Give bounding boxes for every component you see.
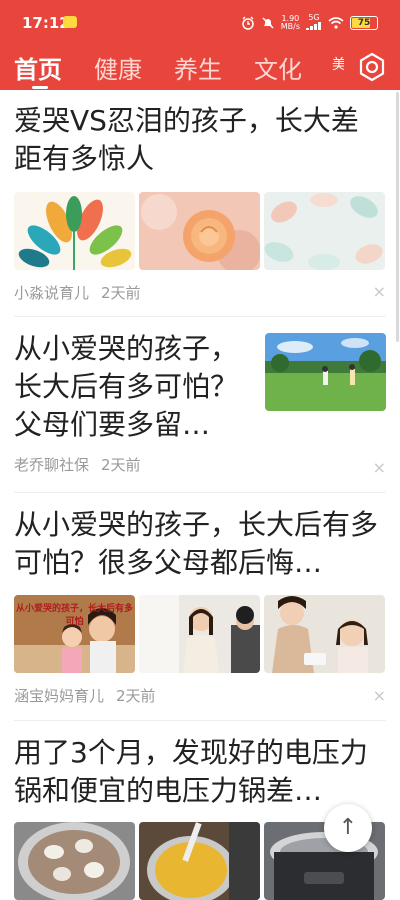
article-source[interactable]: 涵宝妈妈育儿: [14, 685, 104, 706]
thumbnail-rose: [139, 192, 260, 270]
article-thumbnails: [14, 192, 386, 270]
thumbnail-mother-daughter: [264, 595, 385, 673]
app-notification-icon: [63, 16, 77, 28]
category-tabs: 首页 健康 养生 文化 美: [0, 48, 400, 90]
article-time: 2天前: [116, 687, 156, 705]
thumbnail-park-family: [265, 333, 386, 411]
mute-icon: [262, 17, 274, 29]
divider: [14, 720, 386, 721]
dismiss-icon[interactable]: ×: [373, 282, 386, 301]
scroll-to-top-button[interactable]: ↑: [324, 804, 372, 852]
signal-icon: 5G: [306, 14, 322, 32]
tab-wellness[interactable]: 养生: [174, 50, 222, 85]
article-time: 2天前: [101, 284, 141, 302]
tab-home[interactable]: 首页: [14, 50, 62, 85]
thumbnail-crying-child: 从小爱哭的孩子，长大后有多可怕: [14, 595, 135, 673]
article-title[interactable]: 爱哭VS忍泪的孩子，长大差距有多惊人: [14, 102, 386, 178]
article-thumbnails: 从小爱哭的孩子，长大后有多可怕: [14, 595, 386, 673]
status-bar: 17:12 1.90 MB/s 5G 75: [0, 0, 400, 44]
network-speed-unit: MB/s: [280, 22, 300, 31]
thumbnail-caption: 从小爱哭的孩子，长大后有多可怕: [15, 604, 133, 627]
scrollbar[interactable]: [396, 92, 399, 342]
article-meta: 老乔聊社保 2天前: [14, 454, 386, 475]
thumbnail-mother-kitchen: [139, 595, 260, 673]
arrow-up-icon: ↑: [338, 815, 358, 840]
network-speed: 1.90 MB/s: [281, 15, 300, 31]
tab-overflow-partial[interactable]: 美: [332, 54, 344, 76]
article-source[interactable]: 小淼说育儿: [14, 282, 89, 303]
thumbnail-leaves: [14, 192, 135, 270]
article-time: 2天前: [101, 456, 141, 474]
dismiss-icon[interactable]: ×: [373, 686, 386, 705]
article-meta: 小淼说育儿 2天前: [14, 282, 386, 303]
feed-article-3[interactable]: 从小爱哭的孩子，长大后有多可怕？很多父母都后悔… 从小爱哭的孩子，长大后有多可怕: [14, 506, 386, 706]
article-title[interactable]: 从小爱哭的孩子，长大后有多可怕？父母们要多留…: [14, 330, 254, 444]
alarm-icon: [241, 16, 254, 30]
active-tab-indicator: [32, 86, 48, 89]
status-icons: 1.90 MB/s 5G 75: [241, 14, 378, 32]
divider: [14, 492, 386, 493]
dismiss-icon[interactable]: ×: [373, 458, 386, 477]
thumbnail-pastel-leaves: [264, 192, 385, 270]
thumbnail-pot-food: [14, 822, 135, 900]
top-header: 17:12 1.90 MB/s 5G 75 首页 健康 养生 文化 美: [0, 0, 400, 90]
feed-article-2[interactable]: 从小爱哭的孩子，长大后有多可怕？父母们要多留… 老乔聊社保 2天前 ×: [14, 330, 386, 477]
divider: [14, 316, 386, 317]
wifi-icon: [328, 17, 344, 29]
gear-icon[interactable]: [357, 52, 387, 82]
article-title[interactable]: 用了3个月，发现好的电压力锅和便宜的电压力锅差…: [14, 734, 386, 810]
battery-icon: 75: [350, 16, 378, 30]
tab-health[interactable]: 健康: [94, 50, 142, 85]
feed-article-1[interactable]: 爱哭VS忍泪的孩子，长大差距有多惊人 小淼说育儿 2天前 ×: [14, 102, 386, 303]
tab-culture[interactable]: 文化: [254, 50, 302, 85]
signal-label: 5G: [308, 13, 320, 22]
article-title[interactable]: 从小爱哭的孩子，长大后有多可怕？很多父母都后悔…: [14, 506, 386, 582]
article-meta: 涵宝妈妈育儿 2天前: [14, 685, 386, 706]
battery-level: 75: [357, 18, 371, 28]
thumbnail-congee: [139, 822, 260, 900]
article-source[interactable]: 老乔聊社保: [14, 454, 89, 475]
